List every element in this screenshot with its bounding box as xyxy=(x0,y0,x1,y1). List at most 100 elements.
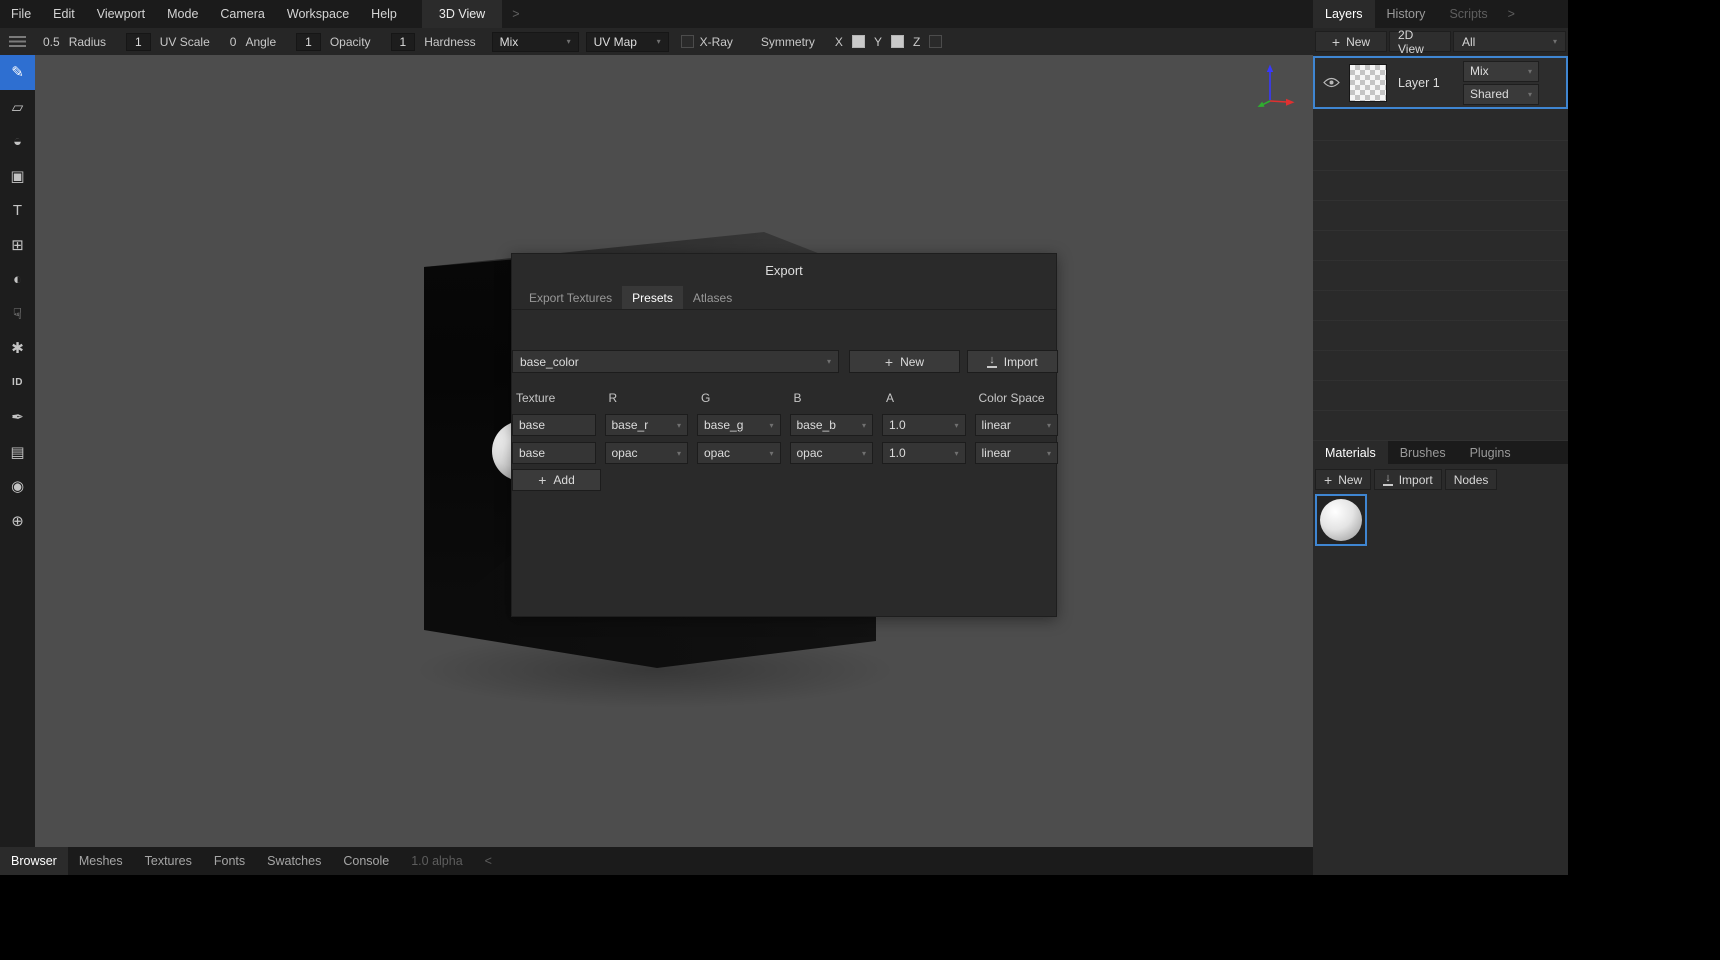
tab-history[interactable]: History xyxy=(1375,0,1438,28)
tab-fonts[interactable]: Fonts xyxy=(203,847,256,875)
row1-texture-input[interactable]: base xyxy=(512,414,596,436)
decal-tool-button[interactable]: ▣ xyxy=(0,159,35,194)
bake-tool-button[interactable]: ▤ xyxy=(0,435,35,470)
export-dialog: Export Export Textures Presets Atlases b… xyxy=(511,253,1057,617)
row2-b-select[interactable]: opac▾ xyxy=(790,442,874,464)
menu-viewport[interactable]: Viewport xyxy=(86,0,156,28)
layer-blend-select[interactable]: Mix ▾ xyxy=(1463,61,1539,82)
text-icon: T xyxy=(13,202,22,219)
symmetry-z-checkbox[interactable] xyxy=(929,35,942,48)
text-tool-button[interactable]: T xyxy=(0,193,35,228)
new-layer-button[interactable]: + New xyxy=(1315,31,1387,52)
workspace-tab-3d-view[interactable]: 3D View xyxy=(422,0,502,28)
chevron-down-icon: ▾ xyxy=(827,357,831,366)
brush-tool-button[interactable]: ✎ xyxy=(0,55,35,90)
menu-file[interactable]: File xyxy=(0,0,42,28)
tab-layers[interactable]: Layers xyxy=(1313,0,1375,28)
row1-colorspace-select[interactable]: linear▾ xyxy=(975,414,1059,436)
chevron-down-icon: ▾ xyxy=(1047,421,1051,430)
panel-expand-icon[interactable]: > xyxy=(1500,0,1523,28)
blend-mode-select[interactable]: Mix ▾ xyxy=(492,32,579,52)
layer-thumbnail[interactable] xyxy=(1349,64,1387,102)
row1-r-select[interactable]: base_r▾ xyxy=(605,414,689,436)
row2-g-select[interactable]: opac▾ xyxy=(697,442,781,464)
menu-camera[interactable]: Camera xyxy=(209,0,275,28)
row2-r-select[interactable]: opac▾ xyxy=(605,442,689,464)
download-icon: ↓ xyxy=(1383,473,1393,486)
materials-panel-tabs: Materials Brushes Plugins xyxy=(1313,441,1568,464)
add-channel-button[interactable]: + Add xyxy=(512,469,601,491)
2d-view-button[interactable]: 2D View xyxy=(1389,31,1451,52)
eye-icon[interactable] xyxy=(1323,77,1340,88)
opacity-value[interactable]: 1 xyxy=(296,33,321,51)
picker-tool-button[interactable]: ✒ xyxy=(0,400,35,435)
import-material-button[interactable]: ↓ Import xyxy=(1374,469,1442,490)
tab-export-textures[interactable]: Export Textures xyxy=(519,286,622,309)
menu-edit[interactable]: Edit xyxy=(42,0,86,28)
tab-meshes[interactable]: Meshes xyxy=(68,847,134,875)
tab-presets[interactable]: Presets xyxy=(622,286,683,309)
colorid-icon: ID xyxy=(12,377,23,388)
chevron-down-icon: ▾ xyxy=(1528,90,1532,99)
row1-g-select[interactable]: base_g▾ xyxy=(697,414,781,436)
blur-tool-button[interactable]: ◐ xyxy=(0,262,35,297)
tab-scripts[interactable]: Scripts xyxy=(1437,0,1499,28)
tab-atlases[interactable]: Atlases xyxy=(683,286,742,309)
layer-filter-select[interactable]: All ▾ xyxy=(1453,31,1566,52)
gizmo-icon: ⊕ xyxy=(11,512,24,530)
gizmo-tool-button[interactable]: ⊕ xyxy=(0,504,35,539)
clone-tool-button[interactable]: ⊞ xyxy=(0,228,35,263)
smudge-tool-button[interactable]: ☟ xyxy=(0,297,35,332)
eraser-tool-button[interactable]: ▱ xyxy=(0,90,35,125)
picker-icon: ✒ xyxy=(11,408,24,426)
preset-import-button[interactable]: ↓ Import xyxy=(967,350,1058,373)
row2-colorspace-select[interactable]: linear▾ xyxy=(975,442,1059,464)
uv-map-select[interactable]: UV Map ▾ xyxy=(586,32,669,52)
layer-object-select[interactable]: Shared ▾ xyxy=(1463,84,1539,105)
xray-checkbox[interactable] xyxy=(681,35,694,48)
chevron-down-icon: ▾ xyxy=(954,421,958,430)
chevron-down-icon: ▾ xyxy=(862,449,866,458)
axis-gizmo[interactable] xyxy=(1256,64,1296,108)
tab-brushes[interactable]: Brushes xyxy=(1388,441,1458,464)
row1-b-select[interactable]: base_b▾ xyxy=(790,414,874,436)
symmetry-y-checkbox[interactable] xyxy=(891,35,904,48)
particle-icon: ✱ xyxy=(11,339,24,357)
app-window: File Edit Viewport Mode Camera Workspace… xyxy=(0,0,1568,875)
workspace-expand-icon[interactable]: > xyxy=(502,0,529,28)
layer-name[interactable]: Layer 1 xyxy=(1398,76,1463,90)
menu-help[interactable]: Help xyxy=(360,0,408,28)
hamburger-icon[interactable] xyxy=(9,36,26,47)
chevron-down-icon: ▾ xyxy=(769,449,773,458)
nodes-button[interactable]: Nodes xyxy=(1445,469,1498,490)
tab-console[interactable]: Console xyxy=(332,847,400,875)
preset-new-button[interactable]: + New xyxy=(849,350,960,373)
tab-materials[interactable]: Materials xyxy=(1313,441,1388,464)
blur-icon: ◐ xyxy=(13,271,22,288)
material-tool-button[interactable]: ◉ xyxy=(0,469,35,504)
fill-tool-button[interactable]: ◒ xyxy=(0,124,35,159)
radius-value[interactable]: 0.5 xyxy=(43,35,60,49)
hardness-value[interactable]: 1 xyxy=(391,33,416,51)
menu-mode[interactable]: Mode xyxy=(156,0,209,28)
dialog-title: Export xyxy=(512,263,1056,278)
angle-value[interactable]: 0 xyxy=(230,35,237,49)
row1-a-select[interactable]: 1.0▾ xyxy=(882,414,966,436)
colorid-tool-button[interactable]: ID xyxy=(0,366,35,401)
row2-texture-input[interactable]: base xyxy=(512,442,596,464)
uv-scale-value[interactable]: 1 xyxy=(126,33,151,51)
tab-browser[interactable]: Browser xyxy=(0,847,68,875)
row2-a-select[interactable]: 1.0▾ xyxy=(882,442,966,464)
col-b: B xyxy=(790,391,874,405)
collapse-icon[interactable]: < xyxy=(474,854,503,868)
menu-workspace[interactable]: Workspace xyxy=(276,0,360,28)
layer-row-selected[interactable]: Layer 1 Mix ▾ Shared ▾ xyxy=(1313,56,1568,109)
material-swatch-selected[interactable] xyxy=(1315,494,1367,546)
new-material-button[interactable]: + New xyxy=(1315,469,1371,490)
tab-textures[interactable]: Textures xyxy=(134,847,203,875)
particle-tool-button[interactable]: ✱ xyxy=(0,331,35,366)
symmetry-x-checkbox[interactable] xyxy=(852,35,865,48)
preset-select[interactable]: base_color ▾ xyxy=(512,350,839,373)
tab-plugins[interactable]: Plugins xyxy=(1458,441,1523,464)
tab-swatches[interactable]: Swatches xyxy=(256,847,332,875)
